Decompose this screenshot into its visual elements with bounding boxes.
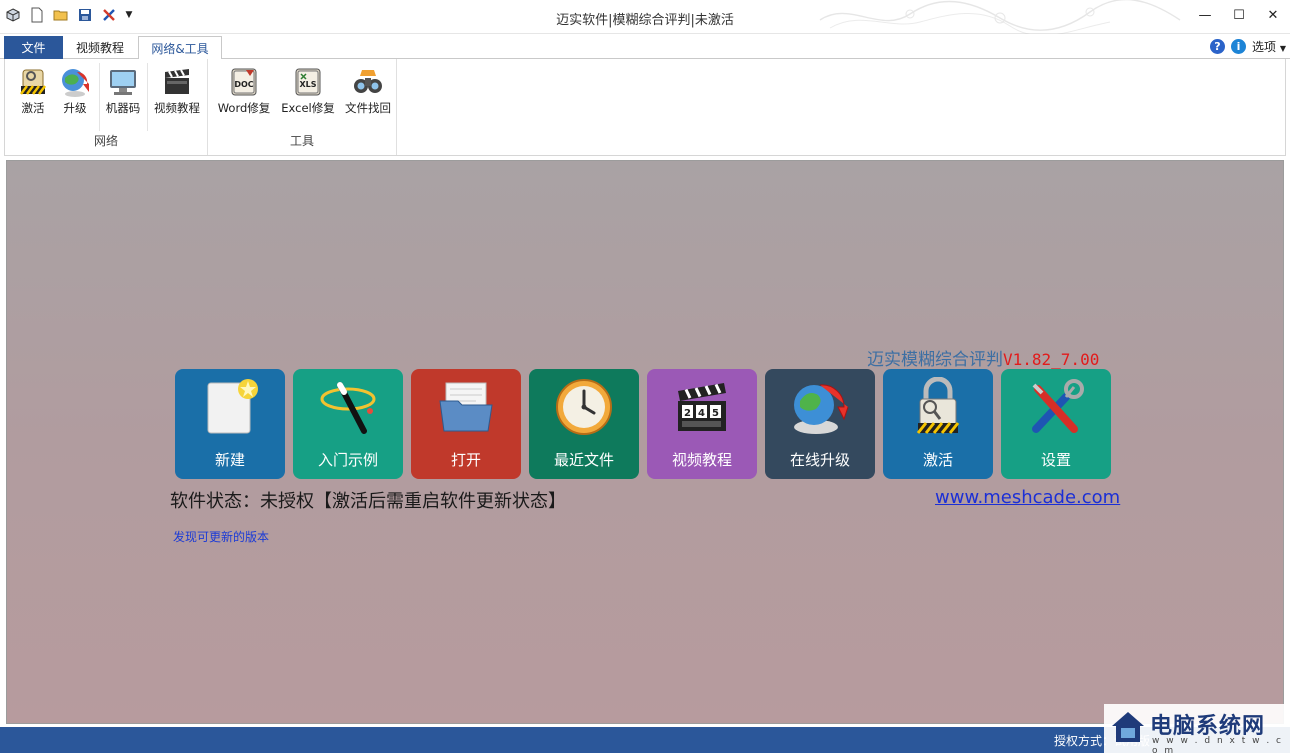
activate-icon	[20, 69, 46, 95]
product-version: V1.82_7.00	[1003, 350, 1100, 369]
tile-new-label: 新建	[214, 451, 245, 469]
ribbon-video-tutorial-button[interactable]: 视频教程	[151, 63, 203, 116]
ribbon-excel-repair-label: Excel修复	[281, 101, 335, 115]
binoculars-icon	[354, 70, 382, 93]
help-icon[interactable]: ?	[1210, 39, 1225, 54]
main-area: 迈实模糊综合评判V1.82_7.00 新建 入门示例 打开 最近文件 2 4 5…	[6, 160, 1284, 724]
ribbon-group-network: 激活 升级 机器码 视频教程 网络	[5, 59, 208, 155]
lock-keys-icon	[916, 377, 960, 434]
tile-activate-label: 激活	[922, 451, 953, 469]
window-title: 迈实软件|模糊综合评判|未激活	[556, 13, 734, 28]
options-chevron-down-icon: ▼	[1279, 44, 1286, 53]
ribbon-activate-label: 激活	[21, 101, 45, 115]
tile-getting-started[interactable]: 入门示例	[293, 369, 403, 479]
info-icon[interactable]: i	[1231, 39, 1246, 54]
ribbon-group-network-label: 网络	[93, 134, 118, 148]
ribbon-machine-code-button[interactable]: 机器码	[99, 63, 147, 116]
ribbon-group-file-recovery: 文件找回	[338, 59, 397, 155]
product-title: 迈实模糊综合评判V1.82_7.00	[867, 345, 1099, 370]
product-name: 迈实模糊综合评判	[867, 350, 1003, 370]
ribbon-word-repair-button[interactable]: DOC Word修复	[216, 63, 272, 116]
tile-video-tutorial[interactable]: 2 4 5 视频教程	[647, 369, 757, 479]
video-clapper-icon	[165, 69, 189, 94]
tile-recent-files[interactable]: 最近文件	[529, 369, 639, 479]
title-bar: ▼ 迈实软件|模糊综合评判|未激活 — ☐ ✕	[0, 0, 1290, 34]
watermark-url: w w w . d n x t w . c o m	[1152, 736, 1283, 753]
tab-right-controls: ? i 选项 ▼	[1210, 38, 1286, 55]
tools-icon	[1032, 379, 1084, 433]
xls-icon: XLS	[295, 68, 321, 96]
tile-new[interactable]: 新建	[175, 369, 285, 479]
tile-recent-files-label: 最近文件	[553, 451, 614, 469]
ribbon-upgrade-button[interactable]: 升级	[51, 63, 99, 116]
tile-online-upgrade[interactable]: 在线升级	[765, 369, 875, 479]
magic-wand-icon	[320, 382, 376, 434]
window-controls: — ☐ ✕	[1188, 0, 1290, 30]
update-available-link[interactable]: 发现可更新的版本	[173, 528, 269, 545]
maximize-icon[interactable]: ☐	[1222, 0, 1256, 30]
tile-open[interactable]: 打开	[411, 369, 521, 479]
tile-open-label: 打开	[450, 451, 481, 469]
ribbon-video-tutorial-label: 视频教程	[154, 101, 200, 115]
house-logo-icon	[1112, 712, 1144, 742]
ribbon-excel-repair-button[interactable]: XLS Excel修复	[278, 63, 338, 116]
globe-upgrade-icon	[794, 384, 849, 434]
status-bar: 授权方式：试用版	[0, 727, 1290, 753]
tab-video-tutorial[interactable]: 视频教程	[66, 36, 134, 59]
doc-icon: DOC	[231, 68, 257, 96]
tab-file[interactable]: 文件	[4, 36, 63, 59]
website-link[interactable]: www.meshcade.com	[935, 487, 1120, 508]
svg-text:XLS: XLS	[299, 80, 316, 89]
tile-online-upgrade-label: 在线升级	[789, 451, 850, 469]
upgrade-icon	[62, 69, 89, 97]
ribbon-tabs: 文件 视频教程 网络&工具 ? i 选项 ▼	[0, 34, 1290, 60]
ribbon-file-recovery-button[interactable]: 文件找回	[342, 63, 394, 116]
ribbon-machine-code-label: 机器码	[105, 101, 141, 115]
license-status: 软件状态：未授权【激活后需重启软件更新状态】	[170, 491, 566, 512]
open-folder-icon	[439, 382, 493, 432]
svg-text:4: 4	[698, 408, 705, 419]
ribbon-activate-button[interactable]: 激活	[9, 63, 57, 116]
svg-text:5: 5	[712, 408, 719, 419]
tab-network-tools[interactable]: 网络&工具	[138, 36, 222, 60]
tile-settings[interactable]: 设置	[1001, 369, 1111, 479]
options-label: 选项	[1252, 40, 1277, 54]
tile-activate[interactable]: 激活	[883, 369, 993, 479]
watermark: 电脑系统网 w w w . d n x t w . c o m	[1104, 704, 1290, 753]
tile-grid: 新建 入门示例 打开 最近文件 2 4 5 视频教程 在线升级 激活 设置	[175, 369, 1111, 479]
clock-icon	[556, 379, 612, 435]
ribbon-panel: 激活 升级 机器码 视频教程 网络 DOC Word修复 XLS Excel修复…	[4, 59, 1286, 156]
ribbon-upgrade-label: 升级	[63, 101, 87, 115]
machine-code-icon	[110, 70, 136, 95]
svg-text:DOC: DOC	[234, 80, 253, 89]
ribbon-file-recovery-label: 文件找回	[345, 101, 391, 115]
new-file-icon	[207, 379, 258, 434]
clapper-icon: 2 4 5	[678, 383, 726, 431]
ribbon-word-repair-label: Word修复	[217, 101, 271, 115]
tile-settings-label: 设置	[1040, 451, 1071, 469]
svg-text:2: 2	[684, 408, 691, 419]
options-button[interactable]: 选项 ▼	[1252, 38, 1286, 55]
tile-getting-started-label: 入门示例	[317, 451, 378, 469]
minimize-icon[interactable]: —	[1188, 0, 1222, 30]
ribbon-separator	[147, 63, 148, 131]
close-icon[interactable]: ✕	[1256, 0, 1290, 30]
tile-video-tutorial-label: 视频教程	[671, 451, 732, 469]
